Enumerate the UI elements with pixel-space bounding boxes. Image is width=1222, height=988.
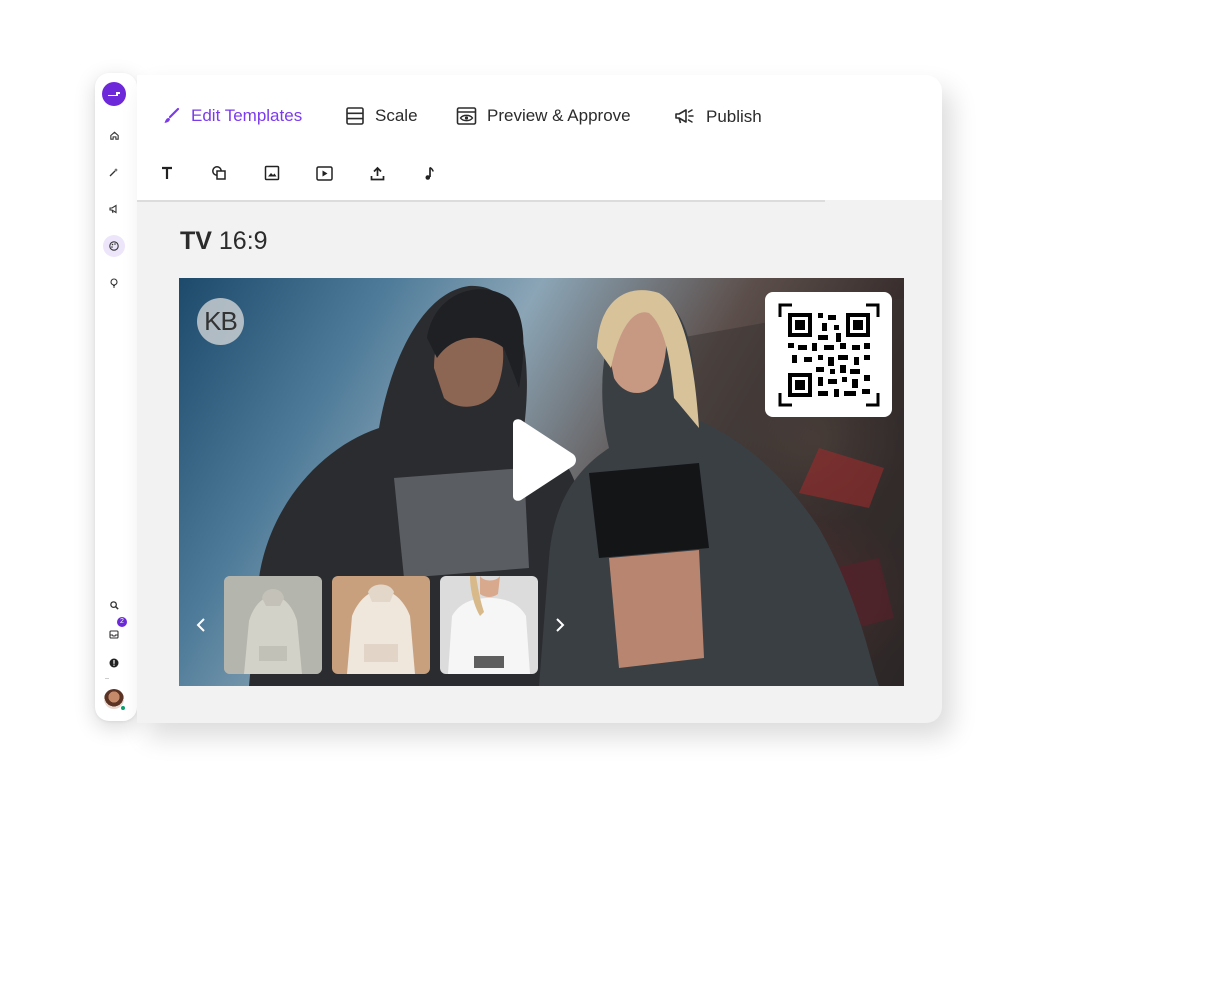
editor-panel: Edit Templates Scale Preview & Approve P… bbox=[137, 75, 942, 723]
brand-mark: KB bbox=[204, 306, 238, 336]
magic-wand-icon[interactable] bbox=[103, 161, 125, 183]
qr-code-icon bbox=[778, 303, 879, 406]
tab-label: Scale bbox=[375, 106, 418, 125]
eye-window-icon bbox=[456, 107, 477, 125]
app-logo[interactable] bbox=[102, 82, 126, 106]
audio-tool-icon[interactable] bbox=[420, 164, 438, 182]
toolbar-divider bbox=[137, 200, 825, 202]
tab-edit-templates[interactable]: Edit Templates bbox=[161, 103, 302, 129]
tab-label: Edit Templates bbox=[191, 106, 303, 125]
play-button[interactable] bbox=[507, 418, 579, 502]
brand-logo[interactable]: KB bbox=[197, 298, 244, 345]
help-icon[interactable] bbox=[103, 652, 125, 674]
search-icon[interactable] bbox=[103, 594, 125, 616]
tab-label: Publish bbox=[706, 107, 762, 126]
home-icon[interactable] bbox=[103, 124, 125, 146]
brush-icon bbox=[164, 107, 180, 123]
tab-preview-approve[interactable]: Preview & Approve bbox=[456, 103, 631, 129]
qr-code[interactable] bbox=[765, 292, 892, 417]
video-tool-icon[interactable] bbox=[315, 164, 333, 182]
template-canvas[interactable]: KB bbox=[179, 278, 904, 686]
format-name: TV bbox=[180, 227, 212, 255]
carousel-next-icon[interactable] bbox=[553, 616, 567, 634]
product-thumbnail[interactable] bbox=[440, 576, 538, 674]
rail-divider bbox=[105, 678, 109, 679]
product-thumbnail[interactable] bbox=[332, 576, 430, 674]
tab-scale[interactable]: Scale bbox=[345, 103, 418, 129]
tab-label: Preview & Approve bbox=[487, 106, 631, 125]
inbox-icon[interactable]: 2 bbox=[103, 617, 127, 645]
megaphone-icon[interactable] bbox=[103, 198, 125, 220]
format-title: TV 16:9 bbox=[180, 227, 268, 256]
image-tool-icon[interactable] bbox=[263, 164, 281, 182]
inbox-badge: 2 bbox=[117, 617, 127, 627]
text-tool-icon[interactable] bbox=[158, 164, 176, 182]
white-hoodie-image bbox=[440, 576, 538, 674]
left-rail: 2 bbox=[95, 73, 137, 721]
format-ratio: 16:9 bbox=[218, 227, 268, 255]
carousel-prev-icon[interactable] bbox=[194, 616, 208, 634]
lightbulb-icon[interactable] bbox=[103, 272, 125, 294]
palette-icon[interactable] bbox=[103, 235, 125, 257]
online-status-dot bbox=[120, 705, 126, 711]
upload-tool-icon[interactable] bbox=[368, 164, 386, 182]
megaphone-icon bbox=[675, 109, 694, 124]
tab-publish[interactable]: Publish bbox=[674, 104, 762, 130]
shapes-tool-icon[interactable] bbox=[210, 164, 228, 182]
beige-hoodie-image bbox=[332, 576, 430, 674]
layers-icon bbox=[346, 107, 364, 125]
product-thumbnail[interactable] bbox=[224, 576, 322, 674]
gray-hoodie-image bbox=[224, 576, 322, 674]
editor-toolbar: Edit Templates Scale Preview & Approve P… bbox=[137, 75, 942, 200]
